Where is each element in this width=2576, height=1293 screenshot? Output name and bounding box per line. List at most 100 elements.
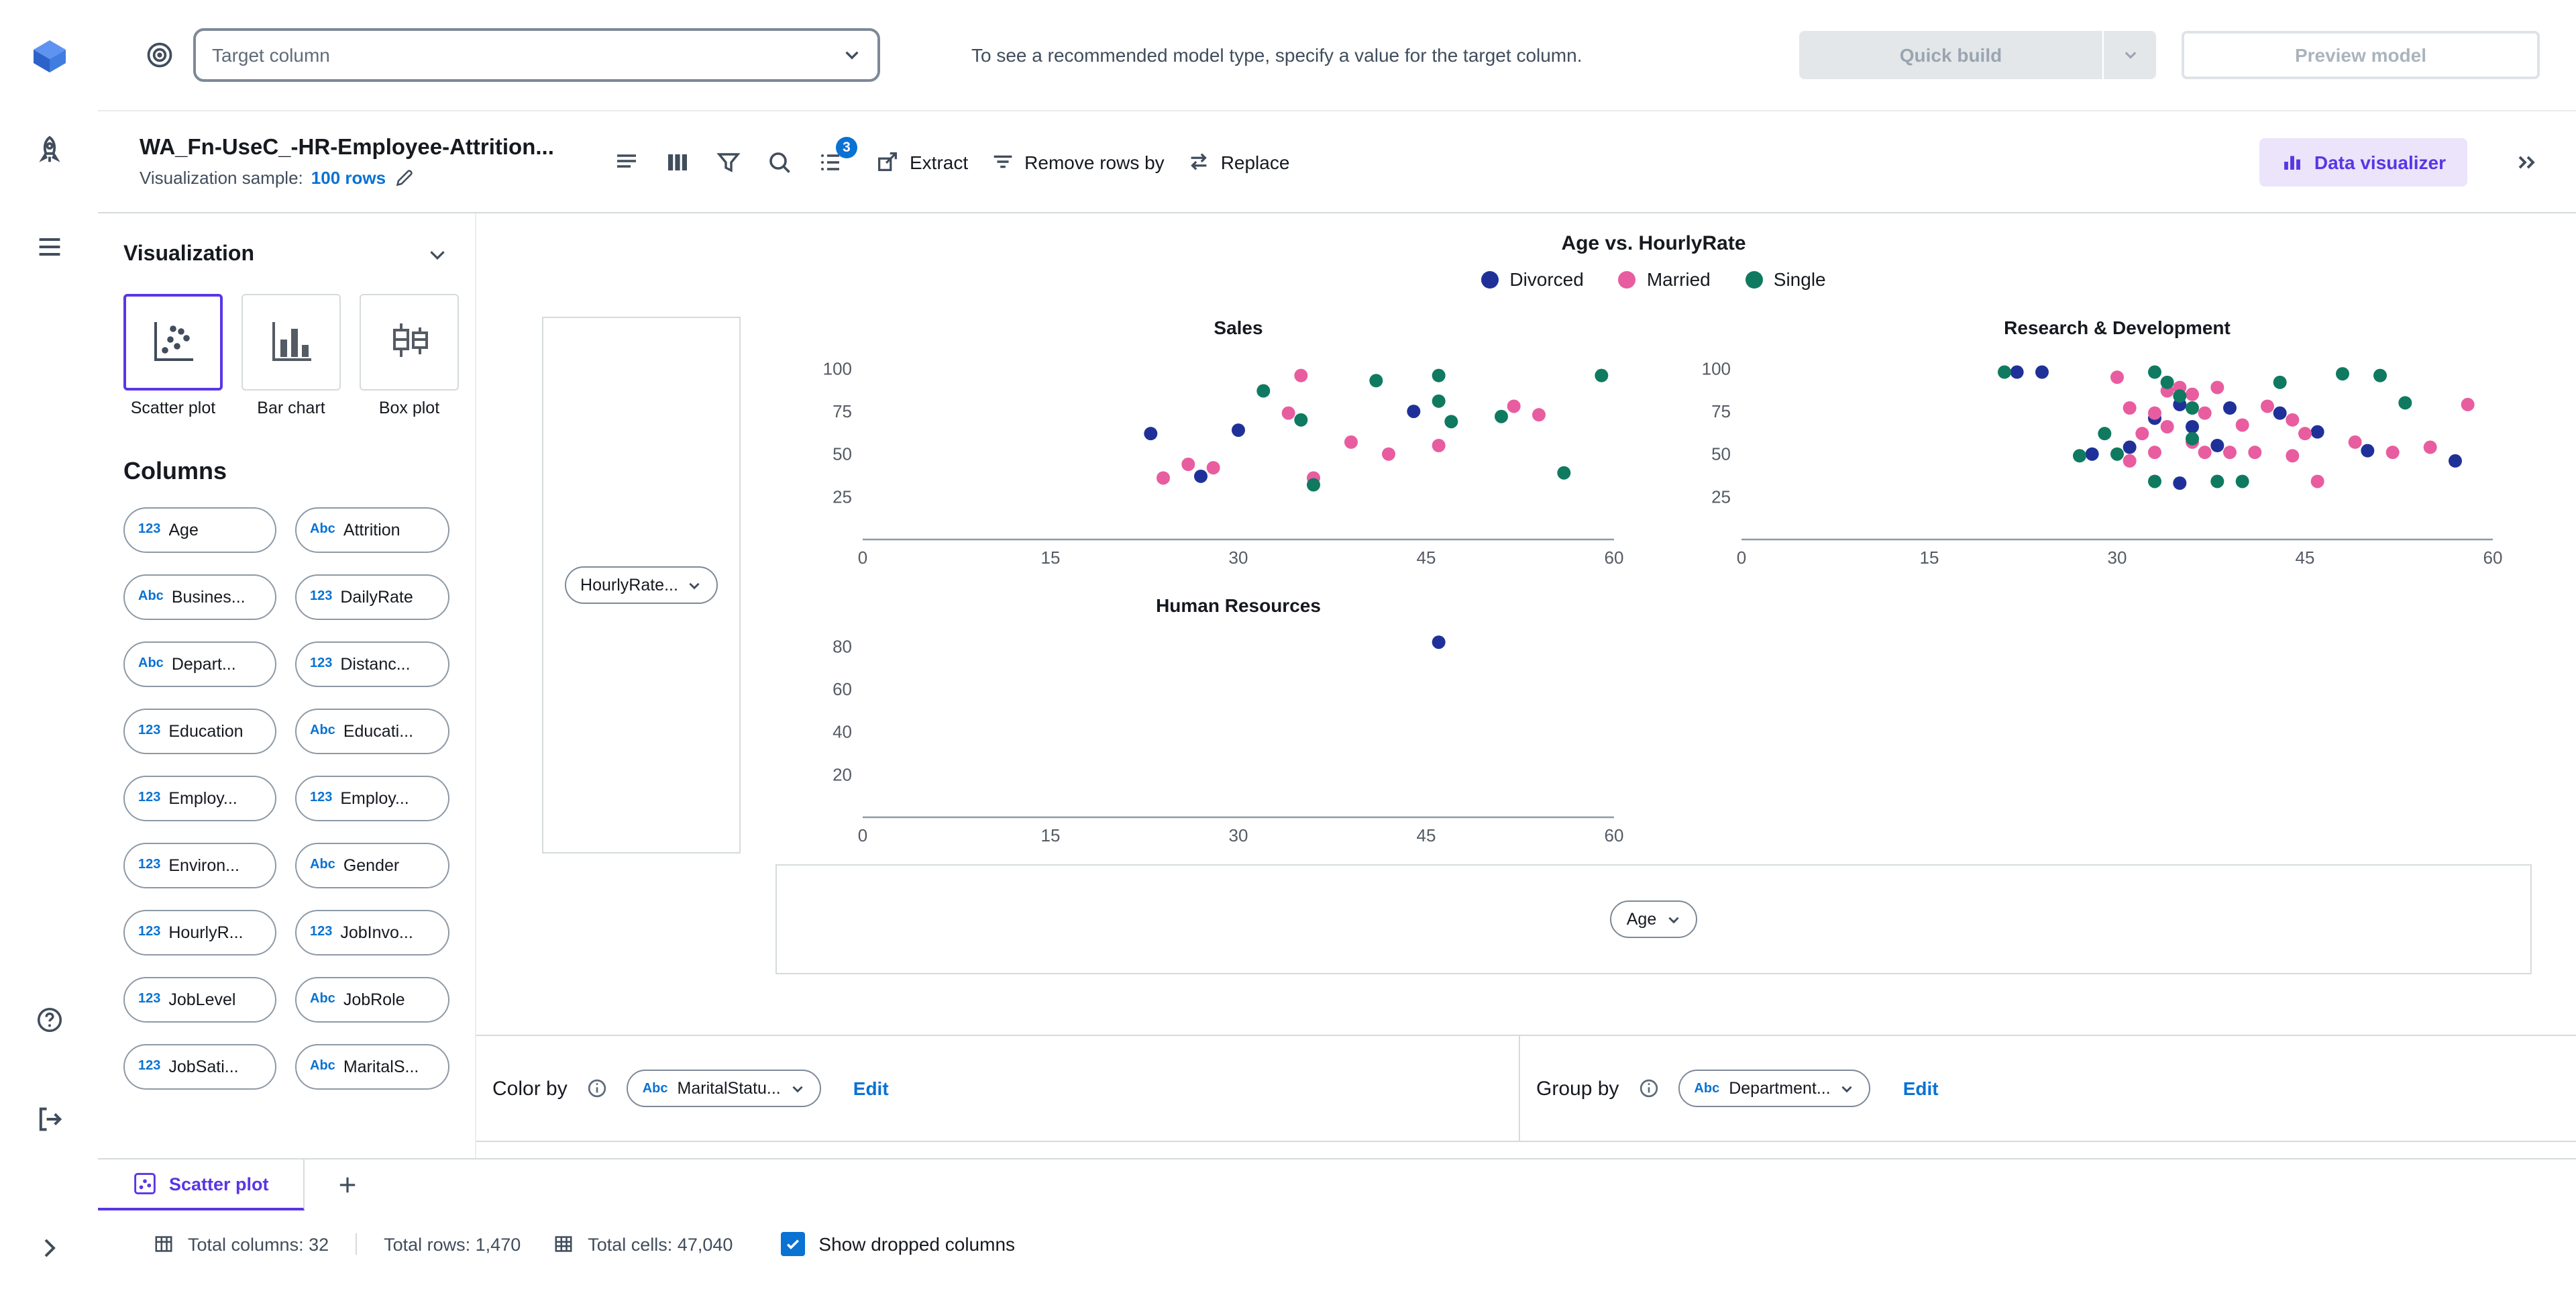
data-point bbox=[1256, 384, 1271, 398]
column-label: Depart... bbox=[171, 654, 236, 674]
column-type-badge: 123 bbox=[138, 1059, 161, 1074]
double-chevron-icon bbox=[2518, 155, 2535, 168]
remove-rows-button[interactable]: Remove rows by bbox=[989, 149, 1165, 174]
data-point bbox=[2148, 406, 2161, 420]
chevron-down-icon bbox=[1668, 916, 1678, 923]
column-pill[interactable]: Abc MaritalS... bbox=[295, 1043, 449, 1090]
column-type-badge: 123 bbox=[310, 589, 333, 605]
sign-out-button[interactable] bbox=[22, 1092, 76, 1146]
legend-dot bbox=[1618, 270, 1636, 288]
group-by-edit-link[interactable]: Edit bbox=[1903, 1078, 1939, 1099]
info-icon[interactable] bbox=[586, 1078, 608, 1099]
x-axis-dropzone[interactable]: Age bbox=[775, 864, 2532, 974]
column-pill[interactable]: Abc Gender bbox=[295, 842, 449, 888]
visualization-panel-header[interactable]: Visualization bbox=[123, 243, 448, 267]
extract-button[interactable]: Extract bbox=[875, 149, 968, 174]
edit-pencil-icon[interactable] bbox=[394, 168, 414, 188]
chart-type-box[interactable]: Box plot bbox=[360, 294, 459, 419]
column-pill[interactable]: Abc Educati... bbox=[295, 708, 449, 754]
data-point bbox=[1157, 471, 1170, 485]
column-pill[interactable]: 123 JobSati... bbox=[123, 1043, 276, 1090]
data-point bbox=[2148, 474, 2161, 488]
column-pill[interactable]: 123 DailyRate bbox=[295, 574, 449, 620]
data-point bbox=[2186, 431, 2199, 446]
target-icon bbox=[145, 40, 174, 70]
data-point bbox=[2110, 447, 2124, 461]
bar-chart-icon bbox=[2284, 156, 2300, 170]
data-point bbox=[1532, 408, 1546, 422]
data-point bbox=[1557, 466, 1571, 480]
app-logo[interactable] bbox=[22, 30, 76, 83]
ready-models-icon[interactable] bbox=[22, 123, 76, 177]
column-pill[interactable]: 123 Employ... bbox=[295, 775, 449, 821]
help-button[interactable] bbox=[22, 993, 76, 1047]
data-point bbox=[2110, 370, 2124, 384]
chart-type-bar[interactable]: Bar chart bbox=[241, 294, 341, 419]
column-pill[interactable]: Abc Depart... bbox=[123, 641, 276, 687]
data-point bbox=[2461, 397, 2475, 411]
show-dropped-checkbox[interactable] bbox=[781, 1232, 806, 1256]
color-by-field-dropdown[interactable]: Abc MaritalStatu... bbox=[626, 1070, 821, 1107]
chart-type-scatter[interactable]: Scatter plot bbox=[123, 294, 223, 419]
filter-button[interactable] bbox=[706, 139, 751, 185]
quick-build-dropdown[interactable] bbox=[2102, 31, 2156, 79]
chart-type-label: Box plot bbox=[378, 399, 440, 417]
svg-text:80: 80 bbox=[833, 636, 852, 656]
row-view-button[interactable] bbox=[604, 139, 649, 185]
column-pill[interactable]: 123 JobLevel bbox=[123, 976, 276, 1023]
y-axis-field-label: HourlyRate... bbox=[580, 576, 678, 594]
scatter-tab-icon bbox=[134, 1173, 156, 1194]
search-button[interactable] bbox=[757, 139, 802, 185]
column-label: Age bbox=[168, 520, 199, 539]
visualization-panel: Visualization Scatter plot Bar chart Box… bbox=[98, 213, 476, 1158]
svg-text:25: 25 bbox=[833, 486, 852, 507]
column-label: Environ... bbox=[168, 856, 239, 875]
quick-build-button[interactable]: Quick build bbox=[1799, 31, 2102, 79]
sample-rows-link[interactable]: 100 rows bbox=[311, 168, 386, 188]
column-pill[interactable]: 123 Employ... bbox=[123, 775, 276, 821]
show-dropped-label: Show dropped columns bbox=[818, 1233, 1016, 1255]
collapse-toolbar-button[interactable] bbox=[2513, 148, 2540, 175]
x-axis-field-dropdown[interactable]: Age bbox=[1610, 900, 1697, 938]
chevron-down-icon bbox=[792, 1085, 803, 1092]
column-pill[interactable]: Abc Attrition bbox=[295, 507, 449, 553]
data-point bbox=[2235, 474, 2249, 488]
add-sheet-button[interactable] bbox=[337, 1159, 359, 1210]
expand-rail-button[interactable] bbox=[22, 1221, 76, 1275]
column-pill[interactable]: Abc Busines... bbox=[123, 574, 276, 620]
my-models-icon[interactable] bbox=[22, 220, 76, 274]
data-point bbox=[1144, 427, 1158, 441]
replace-button[interactable]: Replace bbox=[1186, 149, 1289, 174]
data-point bbox=[2398, 396, 2412, 410]
data-point bbox=[2298, 427, 2312, 441]
preview-model-button[interactable]: Preview model bbox=[2182, 31, 2540, 79]
panel-title: Research & Development bbox=[2004, 317, 2231, 338]
tab-scatter-plot[interactable]: Scatter plot bbox=[98, 1159, 305, 1210]
scatter-svg: 100 75 50 25 0 15 30 45 60 bbox=[1702, 358, 2503, 568]
info-icon[interactable] bbox=[1638, 1078, 1659, 1099]
data-visualizer-button[interactable]: Data visualizer bbox=[2259, 138, 2467, 186]
sort-steps-button[interactable]: 3 bbox=[808, 136, 857, 185]
color-by-edit-link[interactable]: Edit bbox=[853, 1078, 889, 1099]
column-pill[interactable]: Abc JobRole bbox=[295, 976, 449, 1023]
data-point bbox=[1495, 409, 1508, 423]
group-by-field-dropdown[interactable]: Abc Department... bbox=[1678, 1070, 1871, 1107]
data-point bbox=[2310, 425, 2324, 439]
column-pill[interactable]: 123 Environ... bbox=[123, 842, 276, 888]
chevron-down-icon bbox=[430, 251, 445, 260]
scatter-panel: Research & Development 100 75 50 25 0 15 30 45 60 bbox=[1680, 317, 2559, 576]
y-axis-field-dropdown[interactable]: HourlyRate... bbox=[564, 566, 718, 604]
column-pill[interactable]: 123 JobInvo... bbox=[295, 909, 449, 955]
column-pill[interactable]: 123 HourlyR... bbox=[123, 909, 276, 955]
column-pill[interactable]: 123 Age bbox=[123, 507, 276, 553]
data-point bbox=[1181, 458, 1195, 471]
svg-text:30: 30 bbox=[1229, 548, 1248, 568]
target-column-select[interactable]: Target column bbox=[193, 28, 880, 82]
column-pill[interactable]: 123 Distanc... bbox=[295, 641, 449, 687]
y-axis-dropzone[interactable]: HourlyRate... bbox=[542, 317, 741, 854]
data-point bbox=[2223, 401, 2237, 415]
column-view-button[interactable] bbox=[655, 139, 700, 185]
data-point bbox=[2186, 401, 2199, 415]
column-pill[interactable]: 123 Education bbox=[123, 708, 276, 754]
rows-icon bbox=[617, 154, 636, 167]
